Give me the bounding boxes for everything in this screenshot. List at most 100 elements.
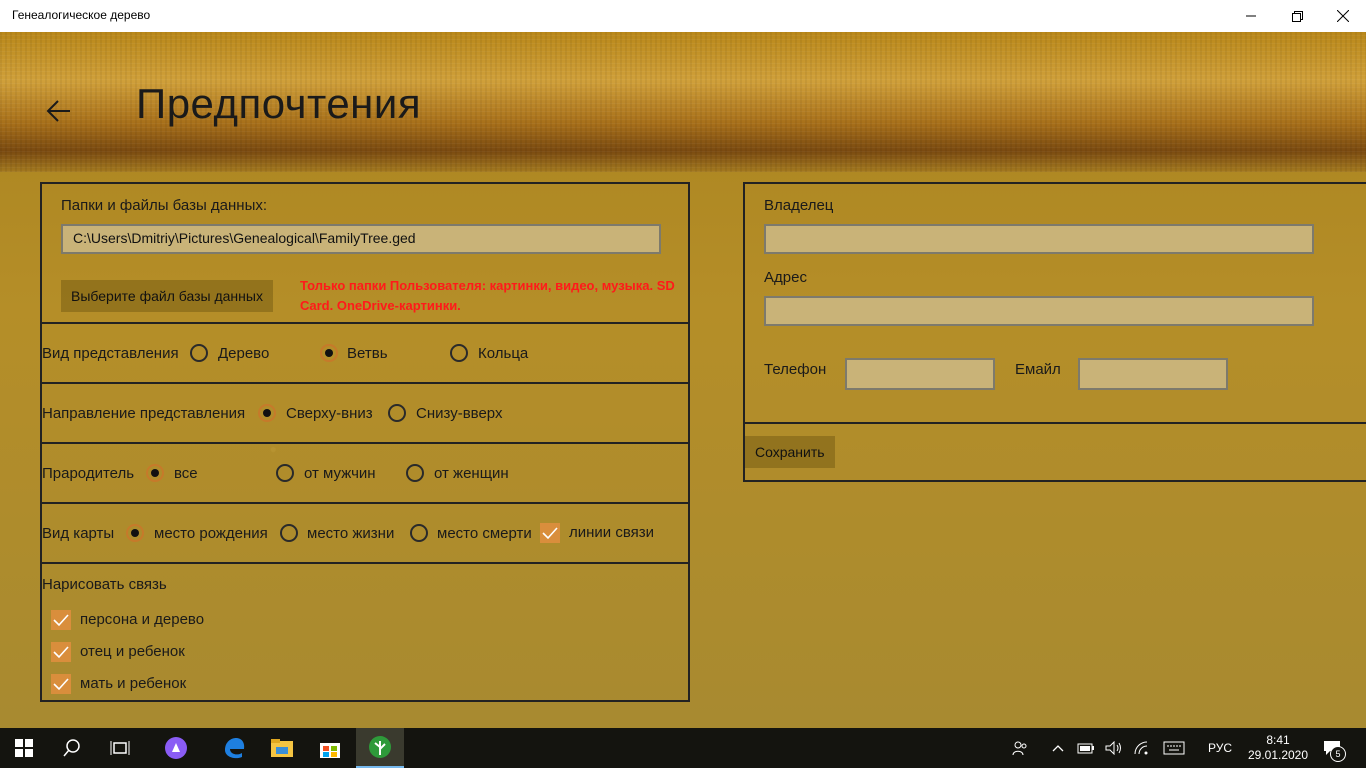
genealogy-app-button[interactable] (356, 728, 404, 768)
owner-panel: Владелец Адрес Телефон Емайл Сохранить (743, 182, 1366, 482)
ancestor-radio-all[interactable] (146, 464, 164, 482)
owner-field[interactable] (764, 224, 1314, 254)
task-view-button[interactable] (96, 728, 144, 768)
link-mother-child-checkbox[interactable] (51, 674, 71, 694)
direction-radio-up[interactable] (388, 404, 406, 422)
map-option-life: место жизни (307, 525, 395, 542)
view-radio-branch[interactable] (320, 344, 338, 362)
view-radio-tree[interactable] (190, 344, 208, 362)
database-warning: Только папки Пользователя: картинки, вид… (300, 278, 675, 313)
view-radio-rings[interactable] (450, 344, 468, 362)
start-button[interactable] (0, 728, 48, 768)
edge-browser-button[interactable] (210, 728, 258, 768)
alice-icon (165, 737, 187, 759)
phone-field[interactable] (845, 358, 995, 390)
map-radio-birth[interactable] (126, 524, 144, 542)
close-button[interactable] (1320, 0, 1366, 32)
ancestor-option-all: все (174, 465, 198, 482)
save-row: Сохранить (745, 422, 1366, 484)
back-arrow-icon (46, 100, 70, 122)
windows-icon (15, 739, 33, 757)
title-bar: Генеалогическое дерево (0, 0, 1366, 32)
search-icon (63, 739, 80, 757)
battery-icon[interactable] (1072, 742, 1100, 754)
checkmark-icon (542, 527, 558, 540)
view-option-branch: Ветвь (347, 345, 388, 362)
alice-assistant-button[interactable] (152, 728, 200, 768)
folder-icon (271, 739, 293, 757)
map-option-death: место смерти (437, 525, 532, 542)
direction-row: Направление представления Сверху-вниз Сн… (42, 382, 688, 444)
volume-icon[interactable] (1100, 741, 1128, 755)
map-row: Вид карты место рождения место жизни мес… (42, 502, 688, 564)
taskbar: РУС 8:41 29.01.2020 5 (0, 728, 1366, 768)
search-button[interactable] (48, 728, 96, 768)
database-label: Папки и файлы базы данных: (61, 197, 268, 214)
map-label: Вид карты (42, 525, 115, 542)
window-title: Генеалогическое дерево (12, 8, 151, 22)
database-path-field[interactable]: C:\Users\Dmitriy\Pictures\Genealogical\F… (61, 224, 661, 254)
checkmark-icon (53, 678, 69, 691)
choose-database-button[interactable]: Выберите файл базы данных (61, 280, 273, 312)
link-father-child-label: отец и ребенок (80, 643, 185, 660)
ancestor-radio-women[interactable] (406, 464, 424, 482)
store-button[interactable] (306, 728, 354, 768)
system-tray: РУС 8:41 29.01.2020 5 (1006, 728, 1352, 768)
checkmark-icon (53, 646, 69, 659)
chevron-up-icon[interactable] (1044, 744, 1072, 752)
map-lines-label: линии связи (569, 524, 655, 541)
direction-label: Направление представления (42, 405, 246, 422)
view-row: Вид представления Дерево Ветвь Кольца (42, 322, 688, 384)
view-option-tree: Дерево (218, 345, 270, 362)
address-field[interactable] (764, 296, 1314, 326)
email-label: Емайл (1015, 361, 1061, 378)
link-mother-child-label: мать и ребенок (80, 675, 187, 692)
ancestor-row: Прародитель все от мужчин от женщин (42, 442, 688, 504)
tree-icon (369, 736, 391, 758)
edge-icon (225, 738, 245, 759)
store-icon (320, 743, 340, 758)
map-radio-life[interactable] (280, 524, 298, 542)
task-view-icon (110, 741, 130, 755)
ancestor-option-men: от мужчин (304, 465, 376, 482)
address-label: Адрес (764, 269, 807, 286)
close-icon (1337, 10, 1349, 22)
view-label: Вид представления (42, 345, 179, 362)
wifi-icon[interactable] (1128, 741, 1156, 755)
ancestor-radio-men[interactable] (276, 464, 294, 482)
restore-icon (1291, 10, 1303, 22)
restore-button[interactable] (1274, 0, 1320, 32)
ancestor-option-women: от женщин (434, 465, 509, 482)
email-field[interactable] (1078, 358, 1228, 390)
keyboard-icon[interactable] (1156, 741, 1192, 755)
direction-radio-down[interactable] (258, 404, 276, 422)
page-title: Предпочтения (136, 80, 422, 127)
clock[interactable]: 8:41 29.01.2020 (1248, 733, 1308, 763)
settings-panel: Папки и файлы базы данных: C:\Users\Dmit… (40, 182, 690, 702)
view-option-rings: Кольца (478, 345, 529, 362)
minimize-button[interactable] (1228, 0, 1274, 32)
checkmark-icon (53, 614, 69, 627)
phone-label: Телефон (764, 361, 827, 378)
clock-time: 8:41 (1266, 733, 1290, 747)
people-icon[interactable] (1006, 740, 1034, 756)
notification-count: 5 (1330, 746, 1346, 762)
map-radio-death[interactable] (410, 524, 428, 542)
direction-option-up: Снизу-вверх (416, 405, 503, 422)
map-option-birth: место рождения (154, 525, 268, 542)
link-person-tree-label: персона и дерево (80, 611, 205, 628)
map-lines-checkbox[interactable] (540, 523, 560, 543)
save-button[interactable]: Сохранить (745, 436, 835, 468)
back-button[interactable] (44, 98, 76, 124)
notifications-button[interactable]: 5 (1312, 740, 1352, 762)
link-person-tree-checkbox[interactable] (51, 610, 71, 630)
link-father-child-checkbox[interactable] (51, 642, 71, 662)
direction-option-down: Сверху-вниз (286, 405, 373, 422)
links-label: Нарисовать связь (42, 576, 167, 593)
language-indicator[interactable]: РУС (1200, 741, 1240, 755)
app-content: Предпочтения Папки и файлы базы данных: … (0, 32, 1366, 728)
file-explorer-button[interactable] (258, 728, 306, 768)
minimize-icon (1246, 15, 1256, 17)
ancestor-label: Прародитель (42, 465, 135, 482)
links-section: Нарисовать связь персона и дерево отец и… (42, 562, 688, 704)
